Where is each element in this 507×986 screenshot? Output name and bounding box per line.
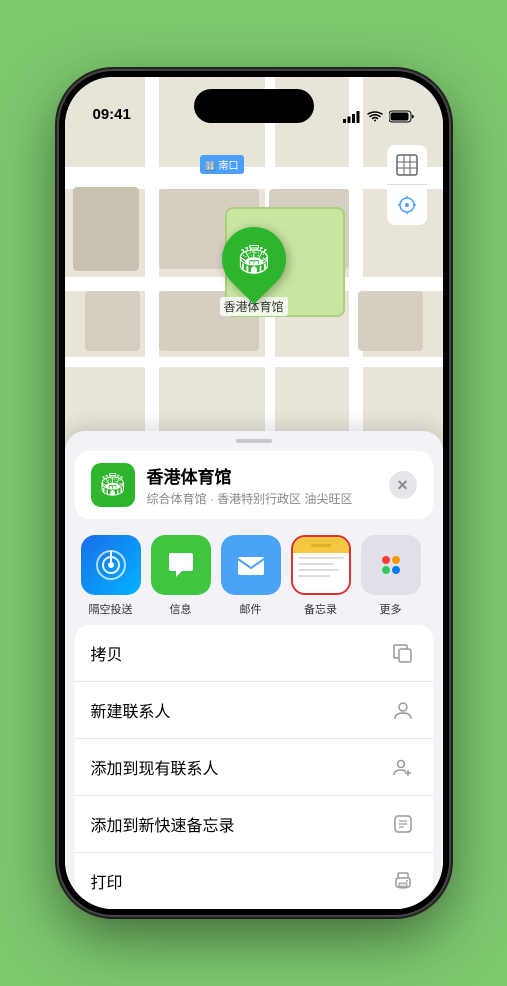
action-add-note[interactable]: 添加到新快速备忘录 [75, 796, 433, 853]
share-app-more[interactable]: 更多 [361, 535, 421, 617]
phone-frame: 09:41 [59, 71, 449, 915]
map-label: 🔢 南口 [200, 155, 244, 174]
map-block [358, 291, 423, 351]
road [65, 357, 443, 367]
battery-icon [389, 110, 415, 123]
dynamic-island [194, 89, 314, 123]
share-app-airdrop[interactable]: 隔空投送 [81, 535, 141, 617]
wifi-icon [367, 111, 383, 123]
map-view-button[interactable] [387, 145, 427, 185]
location-button[interactable] [387, 185, 427, 225]
status-time: 09:41 [93, 106, 131, 123]
new-contact-label: 新建联系人 [91, 698, 171, 722]
more-icon [361, 535, 421, 595]
notes-label: 备忘录 [304, 601, 337, 617]
person-icon [389, 696, 417, 724]
mail-symbol [234, 548, 268, 582]
map-block [85, 291, 140, 351]
sheet-handle [236, 439, 272, 443]
map-block [73, 187, 139, 271]
place-header: 🏟 香港体育馆 综合体育馆 · 香港特别行政区 油尖旺区 ✕ [75, 451, 433, 519]
pin-inner: 🏟 [236, 243, 272, 276]
share-app-mail[interactable]: 邮件 [221, 535, 281, 617]
action-new-contact[interactable]: 新建联系人 [75, 682, 433, 739]
phone-screen: 09:41 [65, 77, 443, 909]
messages-icon [151, 535, 211, 595]
pin-circle: 🏟 [208, 214, 299, 305]
note-icon [389, 810, 417, 838]
more-label: 更多 [380, 601, 402, 617]
messages-label: 信息 [170, 601, 192, 617]
share-app-notes[interactable]: 备忘录 [291, 535, 351, 617]
person-add-icon [389, 753, 417, 781]
notes-icon-wrapper [291, 535, 351, 595]
close-button[interactable]: ✕ [389, 471, 417, 499]
print-label: 打印 [91, 869, 123, 893]
map-label-text: 南口 [219, 161, 239, 172]
map-icon [396, 154, 418, 176]
map-controls [387, 145, 427, 225]
share-app-messages[interactable]: 信息 [151, 535, 211, 617]
share-apps-row: 隔空投送 信息 [65, 527, 443, 625]
mail-icon [221, 535, 281, 595]
notes-top [293, 537, 349, 553]
copy-icon [389, 639, 417, 667]
signal-icon [343, 111, 361, 123]
action-rows: 拷贝 新建联系人 [75, 625, 433, 909]
place-name: 香港体育馆 [147, 463, 389, 488]
mail-label: 邮件 [240, 601, 262, 617]
add-existing-label: 添加到现有联系人 [91, 755, 219, 779]
location-pin: 🏟 香港体育馆 [219, 227, 287, 316]
action-print[interactable]: 打印 [75, 853, 433, 909]
place-info: 香港体育馆 综合体育馆 · 香港特别行政区 油尖旺区 [147, 463, 389, 507]
airdrop-icon [81, 535, 141, 595]
print-icon [389, 867, 417, 895]
notes-body [293, 553, 349, 595]
bottom-sheet: 🏟 香港体育馆 综合体育馆 · 香港特别行政区 油尖旺区 ✕ [65, 431, 443, 909]
status-icons [343, 110, 415, 123]
place-subtitle: 综合体育馆 · 香港特别行政区 油尖旺区 [147, 490, 389, 507]
action-copy[interactable]: 拷贝 [75, 625, 433, 682]
place-icon: 🏟 [91, 463, 135, 507]
add-note-label: 添加到新快速备忘录 [91, 812, 235, 836]
copy-label: 拷贝 [91, 641, 123, 665]
airdrop-label: 隔空投送 [89, 601, 133, 617]
action-add-existing[interactable]: 添加到现有联系人 [75, 739, 433, 796]
compass-icon [398, 196, 416, 214]
airdrop-symbol [94, 548, 128, 582]
messages-symbol [164, 548, 198, 582]
